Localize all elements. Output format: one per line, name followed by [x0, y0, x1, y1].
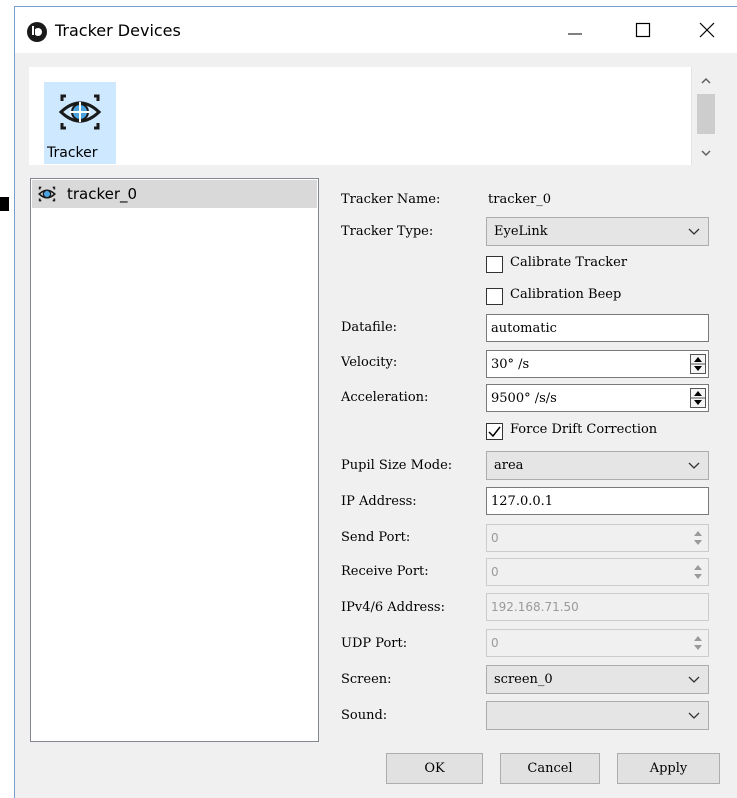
tracker-devices-window: Tracker Devices Tracker tracker_0 Tracke… [14, 6, 737, 798]
screen-value: screen_0 [494, 672, 553, 687]
device-type-bar: Tracker [29, 67, 692, 165]
sound-select[interactable] [486, 701, 709, 730]
minimize-icon [568, 33, 582, 35]
velocity-input[interactable] [491, 354, 691, 374]
screen-select[interactable]: screen_0 [486, 665, 709, 694]
edge-marker [0, 197, 9, 211]
ipv46-address-field [486, 593, 709, 621]
chevron-down-icon [688, 712, 700, 719]
datafile-input[interactable] [491, 318, 691, 338]
force-drift-correction-label: Force Drift Correction [510, 422, 658, 437]
acceleration-label: Acceleration: [341, 390, 429, 405]
spin-arrows-icon [694, 636, 702, 650]
ipv46-address-label: IPv4/6 Address: [341, 600, 445, 615]
send-port-spinbox [486, 524, 709, 552]
scroll-up-icon[interactable] [700, 77, 712, 85]
pupil-size-mode-select[interactable]: area [486, 451, 709, 480]
device-bar-scrollbar[interactable] [692, 67, 720, 165]
checkmark-icon [488, 426, 501, 438]
acceleration-input[interactable] [491, 388, 691, 408]
close-icon [699, 22, 715, 38]
receive-port-label: Receive Port: [341, 564, 429, 579]
tracker-type-value: EyeLink [494, 224, 548, 239]
pupil-size-mode-label: Pupil Size Mode: [341, 458, 453, 473]
tracker-name-value: tracker_0 [488, 192, 552, 207]
ok-button[interactable]: OK [386, 753, 483, 784]
chevron-down-icon [688, 676, 700, 683]
calibrate-tracker-label: Calibrate Tracker [510, 255, 628, 270]
device-tile-label: Tracker [47, 145, 98, 161]
device-tile-tracker[interactable]: Tracker [44, 82, 116, 164]
force-drift-correction-checkbox[interactable]: Force Drift Correction [486, 422, 716, 442]
device-tree: tracker_0 [30, 178, 319, 742]
spin-arrows-icon[interactable] [690, 388, 706, 408]
calibrate-tracker-box[interactable] [486, 256, 503, 273]
chevron-down-icon [688, 228, 700, 235]
ip-address-field[interactable] [486, 487, 709, 515]
acceleration-spinbox[interactable] [486, 384, 709, 412]
title-bar[interactable]: Tracker Devices [15, 7, 737, 53]
eye-tracker-icon [38, 186, 56, 202]
chevron-down-icon [688, 462, 700, 469]
receive-port-input [491, 562, 691, 582]
udp-port-spinbox [486, 629, 709, 657]
maximize-icon [635, 22, 651, 38]
sound-label: Sound: [341, 708, 388, 723]
window-title: Tracker Devices [55, 21, 181, 40]
pupil-size-mode-value: area [494, 458, 524, 473]
calibration-beep-box[interactable] [486, 288, 503, 305]
receive-port-spinbox [486, 558, 709, 586]
velocity-label: Velocity: [341, 355, 398, 370]
cancel-button[interactable]: Cancel [500, 753, 600, 784]
maximize-button[interactable] [620, 7, 666, 53]
tracker-name-label: Tracker Name: [341, 192, 441, 207]
spin-arrows-icon [694, 531, 702, 545]
spin-arrows-icon [694, 565, 702, 579]
send-port-label: Send Port: [341, 530, 411, 545]
apply-button[interactable]: Apply [617, 753, 720, 784]
eye-tracker-icon [58, 94, 102, 130]
udp-port-input [491, 633, 691, 653]
scroll-down-icon[interactable] [700, 149, 712, 157]
app-logo-icon [27, 22, 47, 42]
udp-port-label: UDP Port: [341, 636, 408, 651]
tree-item-tracker-0[interactable]: tracker_0 [32, 180, 317, 208]
minimize-button[interactable] [552, 7, 598, 53]
scrollbar-thumb[interactable] [697, 94, 715, 134]
send-port-input [491, 528, 691, 548]
datafile-field[interactable] [486, 314, 709, 342]
tracker-type-label: Tracker Type: [341, 224, 434, 239]
screen-label: Screen: [341, 672, 392, 687]
calibrate-tracker-checkbox[interactable]: Calibrate Tracker [486, 255, 686, 275]
ipv46-address-input [491, 597, 691, 617]
velocity-spinbox[interactable] [486, 350, 709, 378]
force-drift-correction-box[interactable] [486, 423, 503, 440]
ip-address-label: IP Address: [341, 494, 417, 509]
ip-address-input[interactable] [491, 491, 691, 511]
close-button[interactable] [684, 7, 730, 53]
calibration-beep-checkbox[interactable]: Calibration Beep [486, 287, 686, 307]
tracker-type-select[interactable]: EyeLink [486, 217, 709, 246]
tree-item-label: tracker_0 [67, 185, 138, 203]
datafile-label: Datafile: [341, 320, 398, 335]
calibration-beep-label: Calibration Beep [510, 287, 622, 302]
spin-arrows-icon[interactable] [690, 354, 706, 374]
